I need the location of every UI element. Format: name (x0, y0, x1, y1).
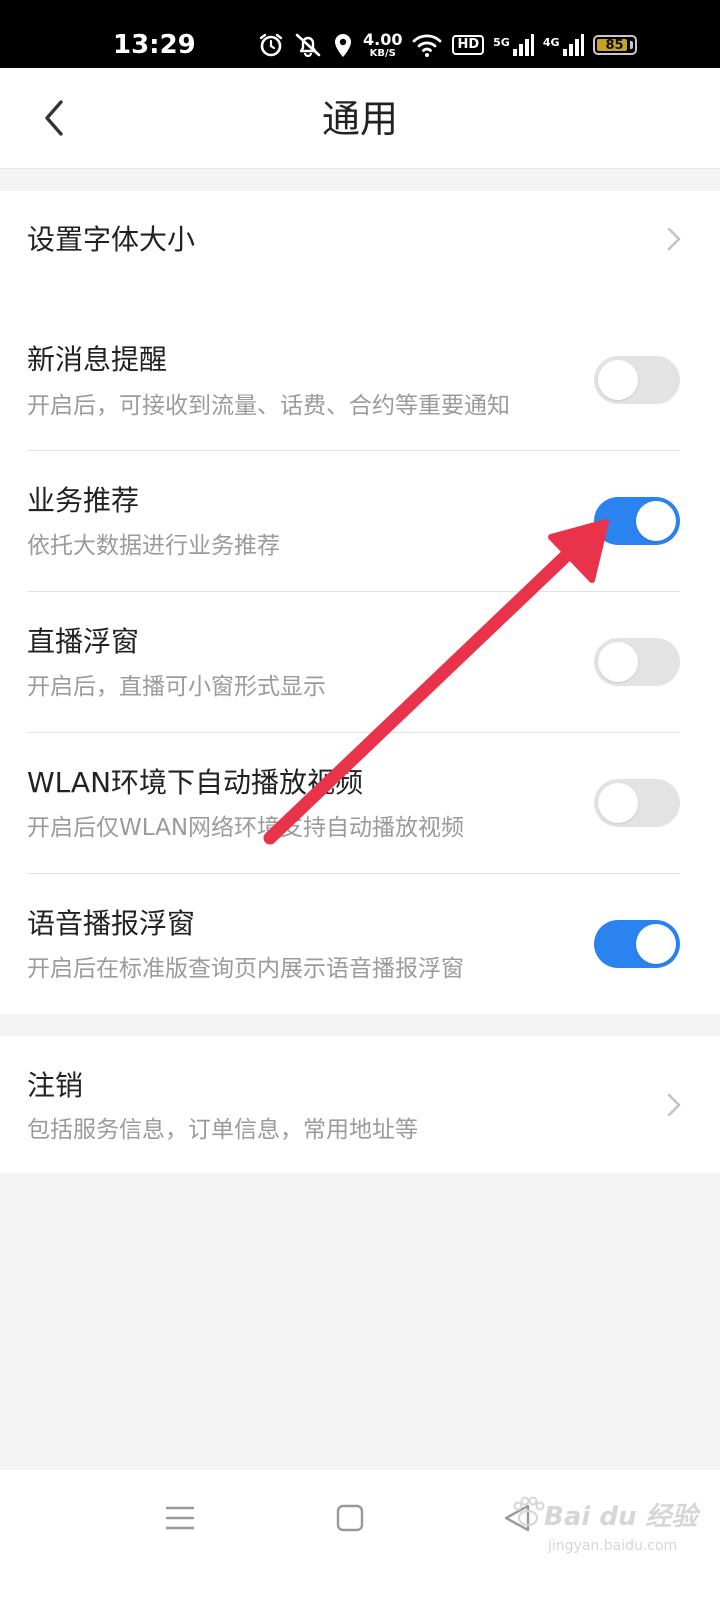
toggle-knob (636, 924, 676, 964)
setting-font-size-title: 设置字体大小 (27, 223, 196, 256)
setting-new-message-subtitle: 开启后，可接收到流量、话费、合约等重要通知 (27, 393, 510, 419)
toggle-knob (598, 783, 638, 823)
setting-live-float-title: 直播浮窗 (27, 625, 140, 658)
hd-icon: HD (452, 35, 485, 55)
home-button[interactable] (330, 1498, 370, 1538)
toggle-business[interactable] (594, 497, 680, 545)
setting-font-size[interactable]: 设置字体大小 (0, 191, 720, 309)
page-title: 通用 (321, 97, 398, 141)
speed-value: 4.00 (363, 29, 403, 49)
setting-new-message: 新消息提醒 开启后，可接收到流量、话费、合约等重要通知 (0, 309, 720, 451)
setting-new-message-title: 新消息提醒 (27, 343, 168, 376)
chevron-right-icon (667, 227, 681, 251)
home-square-icon (336, 1504, 364, 1532)
toggle-knob (598, 360, 638, 400)
setting-logout-title: 注销 (27, 1069, 84, 1102)
settings-card-account: 注销 包括服务信息，订单信息，常用地址等 (0, 1036, 720, 1173)
menu-button[interactable] (160, 1498, 200, 1538)
alarm-icon (258, 32, 284, 58)
location-icon (332, 31, 354, 59)
settings-card-general: 设置字体大小 新消息提醒 开启后，可接收到流量、话费、合约等重要通知 业务推荐 … (0, 191, 720, 1014)
signal-4g-label: 4G (542, 36, 560, 49)
setting-wlan-autoplay-subtitle: 开启后仅WLAN网络环境支持自动播放视频 (27, 815, 465, 841)
setting-business-subtitle: 依托大数据进行业务推荐 (27, 533, 280, 559)
setting-logout[interactable]: 注销 包括服务信息，订单信息，常用地址等 (0, 1036, 720, 1173)
menu-icon (165, 1506, 195, 1530)
toggle-new-message[interactable] (594, 356, 680, 404)
mute-icon (293, 32, 323, 58)
toggle-live-float[interactable] (594, 638, 680, 686)
app-header: 通用 (0, 68, 720, 169)
baidu-watermark: Bai du 经验 jingyan.baidu.com (510, 1490, 710, 1580)
toggle-knob (636, 501, 676, 541)
setting-live-float-subtitle: 开启后，直播可小窗形式显示 (27, 674, 326, 700)
battery-text: 85 (605, 37, 624, 53)
toggle-knob (598, 642, 638, 682)
status-icons: 4.00 KB/S HD 5G 4G 85 (258, 28, 637, 62)
toggle-voice-float[interactable] (594, 920, 680, 968)
setting-wlan-autoplay-title: WLAN环境下自动播放视频 (27, 766, 364, 799)
setting-live-float: 直播浮窗 开启后，直播可小窗形式显示 (0, 592, 720, 733)
speed-unit: KB/S (369, 47, 396, 59)
watermark-main: Bai du 经验 (544, 1502, 698, 1532)
network-speed: 4.00 KB/S (363, 29, 403, 59)
wifi-icon (411, 32, 443, 58)
signal-5g-icon: 5G (493, 33, 534, 57)
setting-logout-subtitle: 包括服务信息，订单信息，常用地址等 (27, 1117, 418, 1143)
signal-4g-icon: 4G (543, 33, 584, 57)
chevron-right-icon (667, 1093, 681, 1117)
setting-voice-float-title: 语音播报浮窗 (27, 907, 196, 940)
battery-icon: 85 (592, 35, 637, 55)
setting-wlan-autoplay: WLAN环境下自动播放视频 开启后仅WLAN网络环境支持自动播放视频 (0, 733, 720, 874)
watermark-sub: jingyan.baidu.com (548, 1538, 678, 1554)
battery-body: 85 (592, 35, 637, 55)
status-bar: 13:29 4.00 KB/S HD 5G 4G 85 (0, 0, 720, 68)
status-time: 13:29 (113, 30, 196, 60)
setting-business: 业务推荐 依托大数据进行业务推荐 (0, 451, 720, 592)
setting-business-title: 业务推荐 (27, 484, 140, 517)
setting-voice-float: 语音播报浮窗 开启后在标准版查询页内展示语音播报浮窗 (0, 874, 720, 1014)
toggle-wlan-autoplay[interactable] (594, 779, 680, 827)
signal-5g-label: 5G (493, 36, 510, 49)
setting-voice-float-subtitle: 开启后在标准版查询页内展示语音播报浮窗 (27, 956, 464, 982)
paw-icon (513, 1496, 545, 1527)
